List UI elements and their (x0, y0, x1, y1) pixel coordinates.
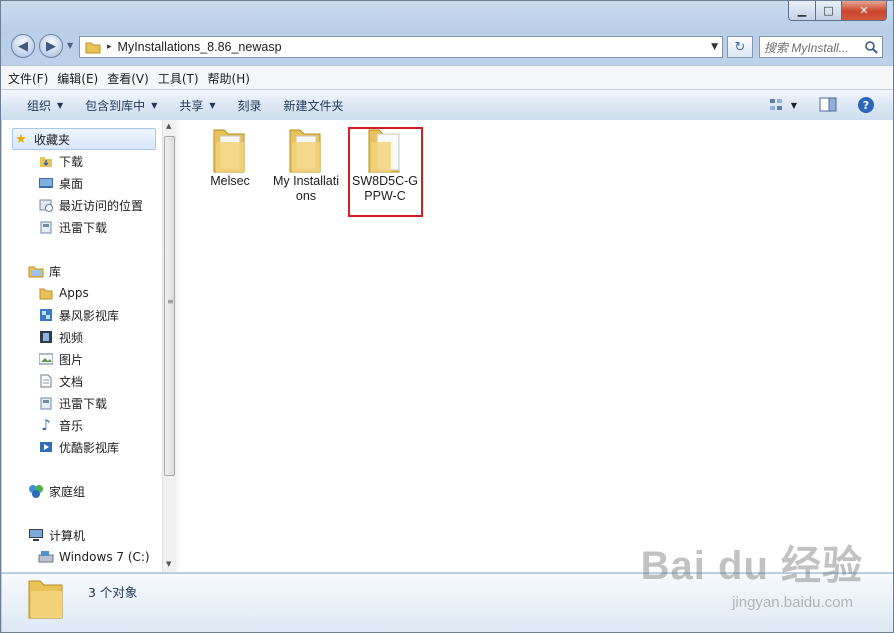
chevron-down-icon: ▼ (151, 100, 158, 110)
include-in-library-button[interactable]: 包含到库中 ▼ (85, 97, 157, 114)
nav-item-desktop[interactable]: 桌面 (38, 173, 83, 193)
scroll-thumb[interactable]: ≡ (164, 136, 175, 476)
nav-computer[interactable]: 计算机 (28, 525, 85, 545)
film-icon (38, 329, 54, 345)
back-arrow-icon: ◀ (18, 38, 28, 54)
menu-bar: 文件(F) 编辑(E) 查看(V) 工具(T) 帮助(H) (1, 65, 893, 90)
view-options-icon[interactable] (769, 97, 785, 113)
folder-icon (28, 580, 63, 619)
star-icon: ★ (15, 131, 27, 147)
refresh-button[interactable]: ↻ (727, 36, 753, 58)
library-icon (38, 395, 54, 411)
scroll-down-icon[interactable]: ▼ (166, 560, 171, 568)
nav-item-recent-places[interactable]: 最近访问的位置 (38, 195, 143, 215)
menu-edit[interactable]: 编辑(E) (57, 70, 98, 87)
folder-icon (38, 285, 54, 301)
watermark-url: jingyan.baidu.com (732, 594, 853, 611)
folder-icon (289, 129, 321, 173)
file-list: Melsec My Installations SW8D5C-GPPW-C (179, 120, 893, 572)
svg-text:?: ? (863, 99, 869, 112)
command-bar: 组织 ▼ 包含到库中 ▼ 共享 ▼ 刻录 新建文件夹 ▼ ? (1, 89, 893, 121)
library-icon (38, 219, 54, 235)
chevron-down-icon: ▼ (209, 100, 216, 110)
menu-help[interactable]: 帮助(H) (208, 70, 250, 87)
search-box[interactable]: 搜索 MyInstall... (759, 36, 883, 58)
breadcrumb-separator-icon[interactable]: ▸ (107, 42, 112, 52)
nav-libraries[interactable]: 库 (28, 261, 61, 281)
navigation-pane: ★ 收藏夹 下载 桌面 最近访问的位置 迅雷下载 库 Apps 暴风影视库 视频 … (2, 120, 162, 572)
caption-buttons: ▁ □ ✕ (788, 1, 887, 23)
nav-item-xunlei-library[interactable]: 迅雷下载 (38, 393, 107, 413)
downloads-folder-icon (38, 153, 54, 169)
libraries-icon (28, 263, 44, 279)
nav-item-pictures[interactable]: 图片 (38, 349, 83, 369)
media-library-icon (38, 439, 54, 455)
search-placeholder: 搜索 MyInstall... (764, 40, 849, 55)
toolbar-right: ▼ ? (769, 90, 893, 120)
nav-favorites[interactable]: ★ 收藏夹 (12, 128, 156, 150)
highlight-box (348, 127, 423, 217)
recent-places-icon (38, 197, 54, 213)
menu-view[interactable]: 查看(V) (107, 70, 149, 87)
forward-button[interactable]: ▶ (39, 34, 63, 58)
grip-icon: ≡ (167, 297, 174, 306)
explorer-window: ▁ □ ✕ ◀ ▶ ▼ ▸ MyInstallations_8.86_newas… (0, 0, 894, 633)
nav-item-music[interactable]: ♪ 音乐 (38, 415, 83, 435)
back-button[interactable]: ◀ (11, 34, 35, 58)
maximize-button[interactable]: □ (816, 1, 842, 21)
help-icon[interactable]: ? (857, 96, 875, 114)
desktop-icon (38, 175, 54, 191)
organize-button[interactable]: 组织 ▼ (27, 97, 63, 114)
file-item[interactable]: My Installations (271, 126, 341, 204)
chevron-down-icon: ▼ (57, 100, 64, 110)
forward-arrow-icon: ▶ (46, 38, 56, 54)
address-dropdown-icon[interactable]: ▼ (711, 42, 718, 52)
recent-pages-chevron-icon[interactable]: ▼ (67, 41, 73, 50)
folder-icon (85, 42, 101, 54)
burn-button[interactable]: 刻录 (238, 97, 262, 114)
homegroup-icon (28, 483, 44, 499)
share-button[interactable]: 共享 ▼ (179, 97, 215, 114)
minimize-button[interactable]: ▁ (788, 1, 816, 21)
picture-icon (38, 351, 54, 367)
document-icon (38, 373, 54, 389)
scroll-up-icon[interactable]: ▲ (166, 122, 171, 130)
menu-tools[interactable]: 工具(T) (158, 70, 199, 87)
nav-scrollbar[interactable]: ▲ ≡ ▼ (162, 120, 177, 572)
nav-item-videos[interactable]: 视频 (38, 327, 83, 347)
file-item[interactable]: Melsec (195, 126, 265, 189)
nav-item-youku-library[interactable]: 优酷影视库 (38, 437, 119, 457)
preview-pane-icon[interactable] (819, 97, 837, 113)
nav-item-baofeng-library[interactable]: 暴风影视库 (38, 305, 119, 325)
item-count: 3 个对象 (88, 585, 138, 600)
close-button[interactable]: ✕ (842, 1, 887, 21)
address-path[interactable]: MyInstallations_8.86_newasp (118, 40, 282, 54)
music-note-icon: ♪ (41, 416, 51, 434)
nav-item-documents[interactable]: 文档 (38, 371, 83, 391)
computer-icon (28, 527, 44, 543)
search-icon[interactable] (865, 40, 878, 54)
new-folder-button[interactable]: 新建文件夹 (284, 97, 344, 114)
nav-item-downloads[interactable]: 下载 (38, 151, 83, 171)
media-library-icon (38, 307, 54, 323)
watermark-logo: Bai du 经验 (640, 544, 863, 588)
nav-item-apps[interactable]: Apps (38, 283, 89, 303)
drive-icon (38, 549, 54, 565)
address-bar[interactable]: ▸ MyInstallations_8.86_newasp ▼ (79, 36, 723, 58)
nav-homegroup[interactable]: 家庭组 (28, 481, 85, 501)
address-row: ◀ ▶ ▼ ▸ MyInstallations_8.86_newasp ▼ ↻ … (1, 31, 893, 63)
refresh-icon: ↻ (734, 39, 746, 55)
nav-item-drive-c[interactable]: Windows 7 (C:) (38, 547, 150, 567)
folder-icon (213, 129, 245, 173)
menu-file[interactable]: 文件(F) (8, 70, 48, 87)
nav-item-xunlei-downloads[interactable]: 迅雷下载 (38, 217, 107, 237)
view-chevron-down-icon[interactable]: ▼ (791, 101, 797, 110)
